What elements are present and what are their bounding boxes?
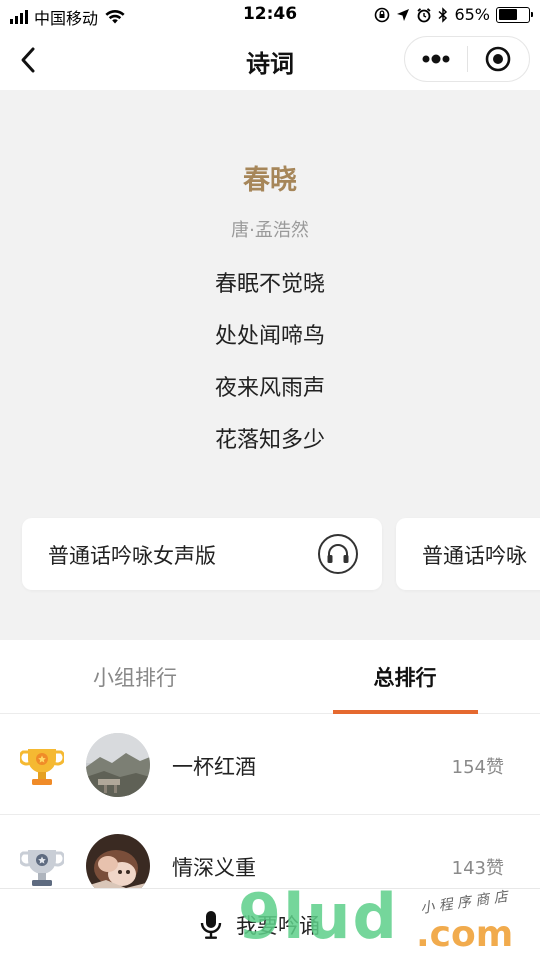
status-right: 65%	[374, 5, 533, 24]
location-icon	[397, 8, 410, 21]
recite-button[interactable]: 我要吟诵	[200, 905, 320, 945]
like-count: 154赞	[451, 757, 504, 778]
battery-fill	[498, 9, 518, 20]
avatar-image	[86, 733, 150, 797]
like-count: 143赞	[451, 858, 504, 879]
microphone-icon	[200, 911, 222, 939]
tab-group-ranking[interactable]: 小组排行	[0, 640, 270, 714]
table-row[interactable]: 一杯红酒 154赞	[0, 715, 540, 815]
silver-trophy-icon	[20, 850, 64, 886]
bottom-bar: 我要吟诵	[0, 888, 540, 960]
poem-section: 春晓 唐·孟浩然 春眠不觉晓 处处闻啼鸟 夜来风雨声 花落知多少 普通话吟咏女声…	[0, 90, 540, 640]
tab-total-ranking[interactable]: 总排行	[270, 640, 540, 714]
alarm-icon	[417, 7, 432, 22]
active-tab-indicator	[333, 710, 478, 714]
avatar	[86, 733, 150, 797]
battery-percent: 65%	[454, 5, 490, 24]
gold-trophy-icon	[20, 749, 64, 785]
close-mini-program-button[interactable]	[467, 36, 529, 82]
ranking-tabs: 小组排行 总排行	[0, 640, 540, 714]
chevron-left-icon	[21, 47, 35, 73]
user-name: 情深义重	[172, 856, 256, 880]
record-target-icon	[485, 46, 511, 72]
rotation-lock-icon	[375, 7, 390, 22]
poem-line: 花落知多少	[214, 428, 325, 453]
version-card-next[interactable]: 普通话吟咏	[396, 518, 540, 590]
mini-program-capsule	[404, 36, 530, 82]
bluetooth-icon	[438, 6, 448, 23]
version-label: 普通话吟咏	[422, 544, 527, 568]
poem-title: 春晓	[243, 165, 297, 196]
more-button[interactable]	[405, 36, 467, 82]
poem-line: 夜来风雨声	[214, 376, 325, 401]
play-audio-button[interactable]	[318, 534, 358, 574]
headphones-icon	[327, 544, 349, 563]
back-button[interactable]	[10, 42, 46, 78]
recite-label: 我要吟诵	[236, 914, 320, 938]
nav-bar: 诗词	[0, 30, 540, 90]
status-bar: 中国移动 12:46 65%	[0, 0, 540, 30]
poem-line: 春眠不觉晓	[214, 272, 325, 297]
version-label: 普通话吟咏女声版	[48, 544, 216, 568]
poem-author: 唐·孟浩然	[231, 220, 309, 241]
user-name: 一杯红酒	[172, 755, 256, 779]
more-dots-icon	[422, 54, 450, 64]
battery-icon	[496, 6, 533, 23]
version-card-female[interactable]: 普通话吟咏女声版	[22, 518, 382, 590]
poem-line: 处处闻啼鸟	[214, 324, 325, 349]
